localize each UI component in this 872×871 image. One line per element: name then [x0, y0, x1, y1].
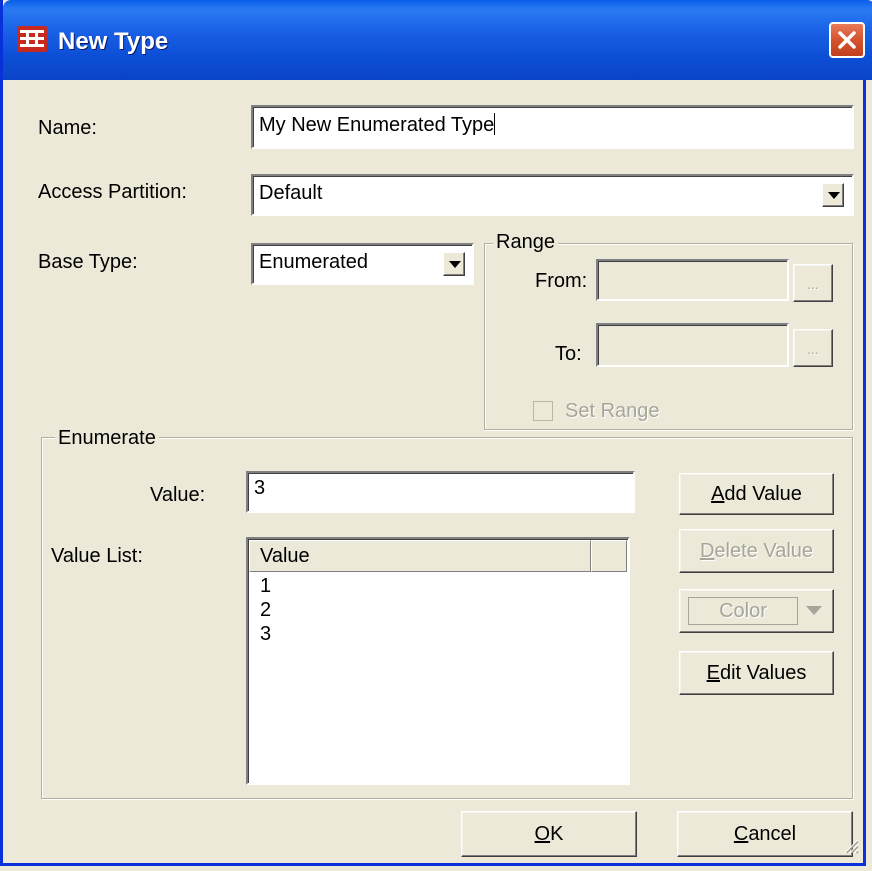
list-item[interactable]: 1 — [260, 575, 271, 598]
app-grid-icon — [17, 26, 47, 52]
enumerate-legend: Enumerate — [55, 427, 159, 450]
range-from-label: From: — [535, 270, 588, 292]
list-item[interactable]: 3 — [260, 623, 271, 646]
value-column-header[interactable]: Value — [249, 540, 591, 572]
value-input[interactable]: 3 — [246, 471, 635, 513]
name-label: Name: — [38, 117, 97, 139]
dialog-window: New Type Name: My New Enumerated Type Ac… — [0, 0, 872, 866]
cancel-button[interactable]: Cancel — [677, 811, 853, 857]
ok-button[interactable]: OK — [461, 811, 637, 857]
close-button[interactable] — [829, 22, 865, 58]
window-title: New Type — [58, 28, 169, 55]
set-range-label: Set Range — [565, 400, 660, 422]
name-input[interactable]: My New Enumerated Type — [251, 105, 854, 149]
chevron-down-icon — [449, 261, 461, 268]
range-legend: Range — [493, 231, 558, 254]
range-from-input[interactable] — [596, 259, 789, 301]
base-type-select[interactable]: Enumerated — [251, 243, 474, 285]
set-range-checkbox[interactable] — [533, 401, 553, 421]
access-partition-label: Access Partition: — [38, 181, 187, 203]
text-caret — [494, 113, 496, 135]
chevron-down-icon — [828, 192, 840, 199]
value-list-label: Value List: — [51, 545, 143, 567]
base-type-dropdown-button[interactable] — [443, 252, 465, 276]
value-label: Value: — [150, 484, 206, 506]
range-to-browse-button[interactable]: ... — [793, 329, 833, 367]
empty-column-header[interactable] — [591, 540, 627, 572]
chevron-down-icon — [806, 606, 822, 615]
list-item[interactable]: 2 — [260, 599, 271, 622]
title-bar[interactable]: New Type — [3, 0, 872, 80]
color-button[interactable]: Color — [679, 589, 834, 633]
delete-value-button[interactable]: Delete Value — [679, 529, 834, 573]
range-to-label: To: — [555, 343, 582, 365]
color-swatch-label: Color — [688, 597, 798, 625]
base-type-label: Base Type: — [38, 251, 138, 273]
access-partition-dropdown-button[interactable] — [822, 183, 844, 207]
resize-grip-icon[interactable] — [841, 836, 859, 859]
range-from-browse-button[interactable]: ... — [793, 264, 833, 302]
add-value-button[interactable]: Add Value — [679, 473, 834, 515]
range-to-input[interactable] — [596, 323, 789, 367]
access-partition-select[interactable]: Default — [251, 174, 854, 216]
value-list[interactable]: Value 1 2 3 — [246, 537, 630, 785]
edit-values-button[interactable]: Edit Values — [679, 651, 834, 695]
